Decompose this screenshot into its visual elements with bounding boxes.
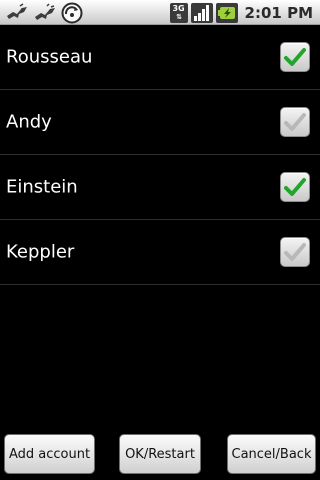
notification-icons [5,2,83,23]
account-checkbox[interactable] [280,42,310,72]
account-checkbox [280,107,310,137]
sync-icon [61,2,83,24]
status-bar: 3G ⇅ 2:01 PM [0,0,320,25]
clock: 2:01 PM [244,3,313,22]
checkmark-icon [284,48,306,66]
usb-icon [33,2,57,23]
data-arrows-icon: ⇅ [176,12,182,21]
screen: 3G ⇅ 2:01 PM Rousseau Andy Einstein Kepp… [0,0,320,480]
battery-icon [215,2,238,23]
ok-restart-button[interactable]: OK/Restart [119,434,201,474]
account-list: Rousseau Andy Einstein Keppler [0,25,320,285]
account-label: Rousseau [6,46,93,68]
account-label: Einstein [6,176,78,198]
add-account-button[interactable]: Add account [4,434,95,474]
account-checkbox [280,237,310,267]
checkmark-icon [284,243,306,261]
account-row[interactable]: Andy [0,90,320,155]
checkmark-icon [284,178,306,196]
account-label: Andy [6,111,52,133]
network-label: 3G [172,3,185,13]
checkmark-icon [284,113,306,131]
system-icons: 3G ⇅ 2:01 PM [169,2,313,23]
network-3g-icon: 3G ⇅ [169,2,188,23]
account-row[interactable]: Keppler [0,220,320,285]
account-checkbox[interactable] [280,172,310,202]
usb-debug-icon [5,2,29,23]
cancel-back-button[interactable]: Cancel/Back [227,434,316,474]
account-row[interactable]: Einstein [0,155,320,220]
signal-icon [190,2,213,23]
account-row[interactable]: Rousseau [0,25,320,90]
account-label: Keppler [6,241,75,263]
